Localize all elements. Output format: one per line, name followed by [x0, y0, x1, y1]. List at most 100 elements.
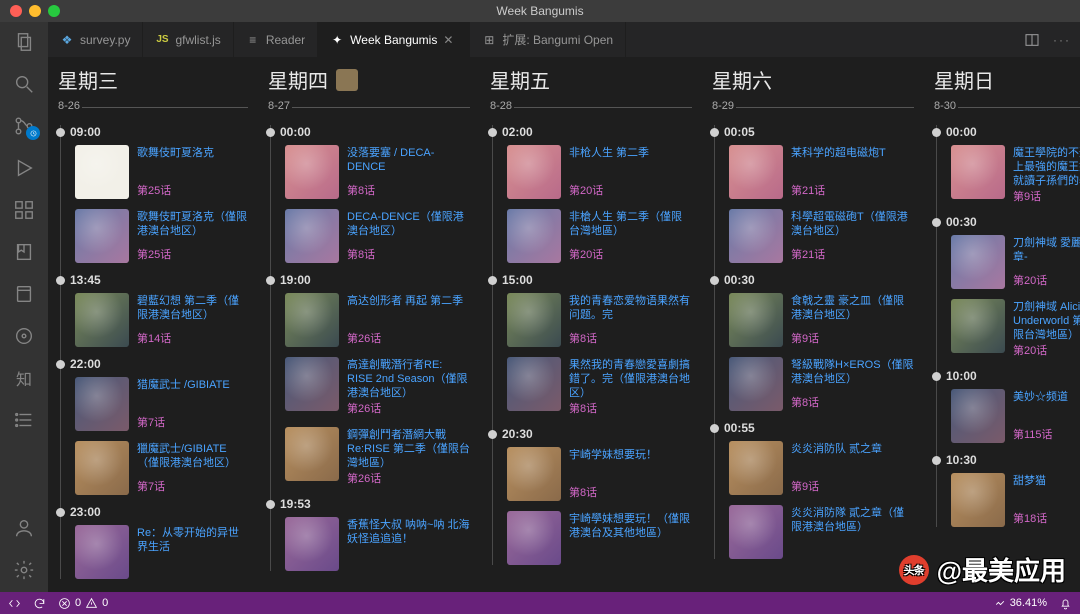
bangumi-entry[interactable]: DECA-DENCE（僅限港澳台地区）第8话	[285, 209, 470, 263]
bangumi-entry[interactable]: 美妙☆频道第115话	[951, 389, 1080, 443]
entry-title[interactable]: 某科学的超电磁炮T	[791, 146, 886, 160]
remote-icon[interactable]	[8, 597, 21, 610]
entry-title[interactable]: 鋼彈創鬥者潛網大戰 Re:RISE 第二季（僅限台灣地區）	[347, 428, 470, 470]
entry-title[interactable]: 歌舞伎町夏洛克	[137, 146, 214, 160]
bangumi-entry[interactable]: 果然我的青春戀愛喜劇搞錯了。完（僅限港澳台地区）第8话	[507, 357, 692, 417]
entry-episode: 第20话	[1013, 342, 1080, 358]
entry-title[interactable]: 歌舞伎町夏洛克（僅限港澳台地区）	[137, 210, 248, 238]
time-label: 15:00	[502, 273, 533, 287]
entry-episode: 第25话	[137, 246, 248, 262]
entry-title[interactable]: 美妙☆频道	[1013, 390, 1068, 404]
cursor-pct[interactable]: 36.41%	[993, 597, 1047, 610]
source-control-icon[interactable]	[12, 114, 36, 138]
day-column: 星期六8-2900:05某科学的超电磁炮T第21话科學超電磁砲T（僅限港澳台地区…	[702, 57, 924, 592]
bangumi-entry[interactable]: 香蕉怪大叔 呐呐~呐 北海妖怪追追追！	[285, 517, 470, 571]
bangumi-entry[interactable]: 甜梦猫第18话	[951, 473, 1080, 527]
bangumi-entry[interactable]: 猎魔武士 /GIBIATE第7话	[75, 377, 248, 431]
entry-title[interactable]: 宇崎學妹想要玩！（僅限港澳台及其他地區）	[569, 512, 692, 540]
bangumi-entry[interactable]: 某科学的超电磁炮T第21话	[729, 145, 914, 199]
entry-title[interactable]: 獵魔武士/GIBIATE（僅限港澳台地区）	[137, 442, 248, 470]
entry-title[interactable]: 刀劍神域 愛麗絲篇 -終章-	[1013, 236, 1080, 264]
entry-title[interactable]: 非槍人生 第二季（僅限台灣地區）	[569, 210, 692, 238]
bangumi-entry[interactable]: 高達創戰潛行者RE: RISE 2nd Season（僅限港澳台地区）第26话	[285, 357, 470, 417]
close-window-icon[interactable]	[10, 5, 22, 17]
zhihu-icon[interactable]: 知	[12, 366, 36, 390]
search-icon[interactable]	[12, 72, 36, 96]
entry-title[interactable]: 魔王學院的不適任者～史上最強的魔王始祖、轉生就讀子孫們的學校～	[1013, 146, 1080, 188]
bangumi-entry[interactable]: 科學超電磁砲T（僅限港澳台地区）第21话	[729, 209, 914, 263]
entry-title[interactable]: 非枪人生 第二季	[569, 146, 649, 160]
bangumi-entry[interactable]: 刀劍神域 Alicization Underworld 第二季（僅限台灣地區）第…	[951, 299, 1080, 359]
tab-label: Week Bangumis	[350, 33, 437, 47]
split-editor-icon[interactable]	[1024, 32, 1040, 48]
entry-title[interactable]: 高达创形者 再起 第二季	[347, 294, 463, 308]
entry-title[interactable]: 猎魔武士 /GIBIATE	[137, 378, 230, 392]
bangumi-entry[interactable]: 宇崎学妹想要玩！第8话	[507, 447, 692, 501]
bangumi-entry[interactable]: 没落要塞 / DECA-DENCE第8话	[285, 145, 470, 199]
entry-title[interactable]: 碧藍幻想 第二季（僅限港澳台地区）	[137, 294, 248, 322]
bangumi-entry[interactable]: 炎炎消防队 贰之章第9话	[729, 441, 914, 495]
entry-title[interactable]: 我的青春恋爱物语果然有问题。完	[569, 294, 692, 322]
problems[interactable]: 0 0	[58, 597, 108, 610]
entry-episode: 第9话	[1013, 188, 1080, 204]
bangumi-entry[interactable]: 鋼彈創鬥者潛網大戰 Re:RISE 第二季（僅限台灣地區）第26话	[285, 427, 470, 487]
bangumi-entry[interactable]: 非枪人生 第二季第20话	[507, 145, 692, 199]
bangumi-entry[interactable]: 炎炎消防隊 貳之章（僅限港澳台地區）	[729, 505, 914, 559]
day-name: 星期五	[490, 65, 550, 94]
bangumi-entry[interactable]: Re：从零开始的异世界生活	[75, 525, 248, 579]
bangumi-entry[interactable]: 弩級戰隊H×EROS（僅限港澳台地区）第8话	[729, 357, 914, 411]
entry-title[interactable]: Re：从零开始的异世界生活	[137, 526, 248, 554]
thumbnail	[951, 299, 1005, 353]
close-icon[interactable]: ✕	[443, 33, 457, 47]
entry-episode: 第25话	[137, 182, 214, 198]
tab-gfwlist-js[interactable]: JSgfwlist.js	[143, 22, 233, 57]
time-label: 20:30	[502, 427, 533, 441]
maximize-window-icon[interactable]	[48, 5, 60, 17]
entry-title[interactable]: 炎炎消防队 贰之章	[791, 442, 882, 456]
sync-icon[interactable]	[33, 597, 46, 610]
tab-survey-py[interactable]: ❖survey.py	[48, 22, 143, 57]
tab--bangumi-open[interactable]: ⊞扩展: Bangumi Open	[470, 22, 626, 57]
bangumi-entry[interactable]: 獵魔武士/GIBIATE（僅限港澳台地区）第7话	[75, 441, 248, 495]
bangumi-entry[interactable]: 我的青春恋爱物语果然有问题。完第8话	[507, 293, 692, 347]
bangumi-entry[interactable]: 碧藍幻想 第二季（僅限港澳台地区）第14话	[75, 293, 248, 347]
list-icon[interactable]	[12, 408, 36, 432]
bangumi-entry[interactable]: 高达创形者 再起 第二季第26话	[285, 293, 470, 347]
files-icon[interactable]	[12, 30, 36, 54]
run-icon[interactable]	[12, 156, 36, 180]
bell-icon[interactable]	[1059, 597, 1072, 610]
thumbnail	[507, 209, 561, 263]
bangumi-entry[interactable]: 刀劍神域 愛麗絲篇 -終章-第20话	[951, 235, 1080, 289]
entry-title[interactable]: 食戟之靈 豪之皿（僅限港澳台地区）	[791, 294, 914, 322]
entry-title[interactable]: 没落要塞 / DECA-DENCE	[347, 146, 470, 174]
bangumi-entry[interactable]: 歌舞伎町夏洛克第25话	[75, 145, 248, 199]
bangumi-entry[interactable]: 魔王學院的不適任者～史上最強的魔王始祖、轉生就讀子孫們的學校～第9话	[951, 145, 1080, 205]
entry-title[interactable]: 果然我的青春戀愛喜劇搞錯了。完（僅限港澳台地区）	[569, 358, 692, 400]
bangumi-entry[interactable]: 非槍人生 第二季（僅限台灣地區）第20话	[507, 209, 692, 263]
entry-title[interactable]: 宇崎学妹想要玩！	[569, 448, 657, 462]
thumbnail	[285, 357, 339, 411]
entry-title[interactable]: 炎炎消防隊 貳之章（僅限港澳台地區）	[791, 506, 914, 534]
bangumi-entry[interactable]: 歌舞伎町夏洛克（僅限港澳台地区） 第25话	[75, 209, 248, 263]
entry-title[interactable]: 甜梦猫	[1013, 474, 1047, 488]
minimize-window-icon[interactable]	[29, 5, 41, 17]
account-icon[interactable]	[12, 516, 36, 540]
entry-title[interactable]: 高達創戰潛行者RE: RISE 2nd Season（僅限港澳台地区）	[347, 358, 470, 400]
time-label: 19:53	[280, 497, 311, 511]
entry-title[interactable]: 刀劍神域 Alicization Underworld 第二季（僅限台灣地區）	[1013, 300, 1080, 342]
entry-title[interactable]: DECA-DENCE（僅限港澳台地区）	[347, 210, 470, 238]
disc-icon[interactable]	[12, 324, 36, 348]
settings-gear-icon[interactable]	[12, 558, 36, 582]
bangumi-entry[interactable]: 宇崎學妹想要玩！（僅限港澳台及其他地區）	[507, 511, 692, 565]
entry-title[interactable]: 香蕉怪大叔 呐呐~呐 北海妖怪追追追！	[347, 518, 470, 546]
entry-episode: 第8话	[569, 400, 692, 416]
bookmark-icon[interactable]	[12, 240, 36, 264]
entry-title[interactable]: 科學超電磁砲T（僅限港澳台地区）	[791, 210, 914, 238]
extensions-icon[interactable]	[12, 198, 36, 222]
book-icon[interactable]	[12, 282, 36, 306]
tab-reader[interactable]: ≡Reader	[234, 22, 318, 57]
more-icon[interactable]: ···	[1054, 32, 1070, 48]
bangumi-entry[interactable]: 食戟之靈 豪之皿（僅限港澳台地区）第9话	[729, 293, 914, 347]
tab-week-bangumis[interactable]: ✦Week Bangumis✕	[318, 22, 470, 57]
entry-title[interactable]: 弩級戰隊H×EROS（僅限港澳台地区）	[791, 358, 914, 386]
